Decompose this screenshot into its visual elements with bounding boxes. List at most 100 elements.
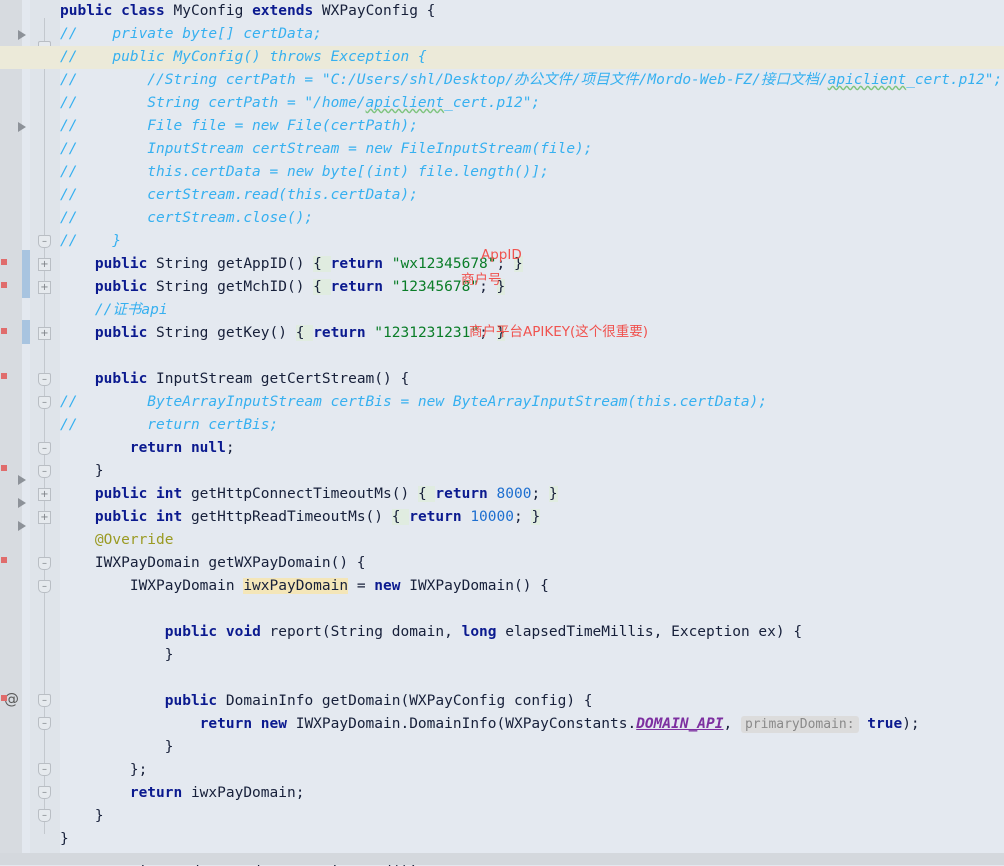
code-token-plain: MyConfig: [173, 3, 253, 19]
code-token-plain: }: [60, 739, 174, 755]
fold-collapse-icon[interactable]: –: [38, 396, 51, 409]
code-line[interactable]: public String getAppID() { return "wx123…: [60, 253, 1004, 276]
error-stripe-mark[interactable]: [1, 373, 7, 379]
error-stripe-mark[interactable]: [1, 259, 7, 265]
code-line[interactable]: // certStream.read(this.certData);: [60, 184, 1004, 207]
error-stripe-mark[interactable]: [1, 282, 7, 288]
code-line[interactable]: public int getHttpReadTimeoutMs() { retu…: [60, 506, 1004, 529]
code-token-kw: return: [129, 785, 191, 801]
code-line[interactable]: // //String certPath = "C:/Users/shl/Des…: [60, 69, 1004, 92]
code-line[interactable]: // File file = new File(certPath);: [60, 115, 1004, 138]
code-line[interactable]: };: [60, 759, 1004, 782]
vcs-change-bar[interactable]: [22, 320, 30, 344]
code-line[interactable]: IWXPayDomain iwxPayDomain = new IWXPayDo…: [60, 575, 1004, 598]
code-token-brace: {: [417, 486, 436, 502]
code-line[interactable]: // InputStream certStream = new FileInpu…: [60, 138, 1004, 161]
code-line[interactable]: // private byte[] certData;: [60, 23, 1004, 46]
code-token-kw: return: [409, 509, 471, 525]
fold-collapse-icon[interactable]: –: [38, 694, 51, 707]
code-token-num: 10000: [470, 509, 514, 525]
fold-collapse-icon[interactable]: –: [38, 465, 51, 478]
fold-collapse-icon[interactable]: –: [38, 580, 51, 593]
code-token-kw: public: [164, 693, 226, 709]
fold-guide-line: [44, 18, 45, 834]
fold-collapse-icon[interactable]: –: [38, 809, 51, 822]
code-token-kw: return: [330, 279, 392, 295]
code-line[interactable]: }: [60, 805, 1004, 828]
code-line[interactable]: public DomainInfo getDomain(WXPayConfig …: [60, 690, 1004, 713]
fold-expand-icon[interactable]: +: [38, 327, 51, 340]
code-line[interactable]: // this.certData = new byte[(int) file.l…: [60, 161, 1004, 184]
code-line[interactable]: // String certPath = "/home/apiclient_ce…: [60, 92, 1004, 115]
fold-collapse-icon[interactable]: –: [38, 786, 51, 799]
spellcheck-squiggle: apiclient: [827, 72, 907, 88]
code-line[interactable]: return null;: [60, 437, 1004, 460]
code-line[interactable]: [60, 345, 1004, 368]
code-editor[interactable]: –––––––––––––+++++ public class MyConfig…: [0, 0, 1004, 866]
code-line[interactable]: public class MyConfig extends WXPayConfi…: [60, 0, 1004, 23]
code-line[interactable]: // return certBis;: [60, 414, 1004, 437]
code-line[interactable]: IWXPayDomain getWXPayDomain() {: [60, 552, 1004, 575]
code-token-plain: report(String domain,: [269, 624, 462, 640]
code-line[interactable]: }: [60, 460, 1004, 483]
code-token-kw: extends: [252, 3, 322, 19]
code-token-kw: long: [461, 624, 506, 640]
code-line[interactable]: public void report(String domain, long e…: [60, 621, 1004, 644]
fold-collapse-icon[interactable]: –: [38, 442, 51, 455]
code-token-plain: ;: [531, 486, 549, 502]
code-line[interactable]: // }: [60, 230, 1004, 253]
code-token-brace: }: [548, 486, 558, 502]
fold-collapse-icon[interactable]: –: [38, 557, 51, 570]
code-line[interactable]: }: [60, 736, 1004, 759]
code-text-area[interactable]: public class MyConfig extends WXPayConfi…: [0, 0, 1004, 853]
code-token-kw: public: [94, 256, 157, 272]
code-line[interactable]: return new IWXPayDomain.DomainInfo(WXPay…: [60, 713, 1004, 736]
error-stripe-mark[interactable]: [1, 328, 7, 334]
fold-collapse-icon[interactable]: –: [38, 717, 51, 730]
fold-collapse-icon[interactable]: –: [38, 373, 51, 386]
code-line[interactable]: return iwxPayDomain;: [60, 782, 1004, 805]
code-token-plain: ;: [225, 440, 235, 456]
error-stripe-mark[interactable]: [1, 557, 7, 563]
code-line[interactable]: // ByteArrayInputStream certBis = new By…: [60, 391, 1004, 414]
code-line[interactable]: public InputStream getCertStream() {: [60, 368, 1004, 391]
code-token-kw: public: [94, 325, 157, 341]
fold-expand-icon[interactable]: +: [38, 488, 51, 501]
run-gutter-arrow-icon[interactable]: [18, 475, 26, 485]
code-token-plain: );: [902, 716, 920, 732]
code-line[interactable]: // public MyConfig() throws Exception {: [0, 46, 1004, 69]
code-line[interactable]: public String getMchID() { return "12345…: [60, 276, 1004, 299]
run-gutter-arrow-icon[interactable]: [18, 521, 26, 531]
code-line[interactable]: // certStream.close();: [60, 207, 1004, 230]
code-line[interactable]: }: [60, 828, 1004, 851]
code-token-plain: }: [60, 647, 174, 663]
code-line[interactable]: [60, 598, 1004, 621]
code-token-plain: ,: [723, 716, 741, 732]
code-token-anno: @Override: [60, 532, 174, 548]
fold-expand-icon[interactable]: +: [38, 511, 51, 524]
run-gutter-arrow-icon[interactable]: [18, 122, 26, 132]
fold-expand-icon[interactable]: +: [38, 281, 51, 294]
run-gutter-arrow-icon[interactable]: [18, 30, 26, 40]
run-gutter-arrow-icon[interactable]: [18, 498, 26, 508]
error-stripe-mark[interactable]: [1, 465, 7, 471]
editor-bottom-strip: [0, 853, 1004, 865]
code-token-brace: {: [313, 279, 331, 295]
fold-collapse-icon[interactable]: –: [38, 235, 51, 248]
code-line[interactable]: @Override: [60, 529, 1004, 552]
fold-expand-icon[interactable]: +: [38, 258, 51, 271]
code-line[interactable]: public int getHttpConnectTimeoutMs() { r…: [60, 483, 1004, 506]
error-stripe-mark[interactable]: [1, 695, 7, 701]
code-token-plain: }: [60, 808, 104, 824]
vcs-change-bar[interactable]: [22, 250, 30, 298]
code-line[interactable]: [60, 667, 1004, 690]
fold-collapse-icon[interactable]: –: [38, 763, 51, 776]
code-line[interactable]: }: [60, 644, 1004, 667]
code-token-brace: {: [295, 325, 314, 341]
code-line[interactable]: //证书api: [60, 299, 1004, 322]
